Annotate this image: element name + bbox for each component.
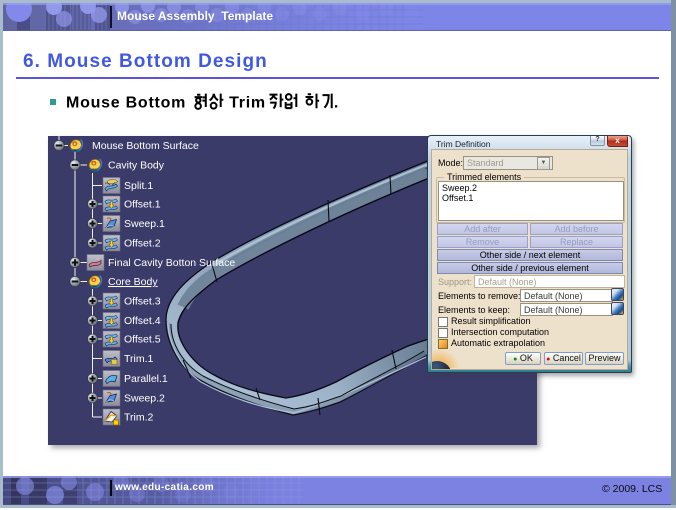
svg-text:Final Cavity Botton Surface: Final Cavity Botton Surface xyxy=(108,257,235,269)
svg-text:Offset.3: Offset.3 xyxy=(124,296,161,308)
svg-text:Cavity Body: Cavity Body xyxy=(108,160,165,172)
svg-text:Sweep.1: Sweep.1 xyxy=(124,218,165,230)
svg-text:Parallel.1: Parallel.1 xyxy=(124,373,168,385)
svg-text:Offset.4: Offset.4 xyxy=(124,315,161,327)
svg-text:Mouse Bottom Surface: Mouse Bottom Surface xyxy=(92,140,199,152)
svg-text:Offset.1: Offset.1 xyxy=(124,199,161,211)
svg-text:Offset.5: Offset.5 xyxy=(124,334,161,346)
svg-text:Trim.1: Trim.1 xyxy=(124,353,154,365)
svg-text:Split.1: Split.1 xyxy=(124,180,153,192)
svg-text:Trim.2: Trim.2 xyxy=(124,412,154,424)
svg-text:Sweep.2: Sweep.2 xyxy=(124,393,165,405)
svg-text:Core Body: Core Body xyxy=(108,276,158,288)
svg-text:Offset.2: Offset.2 xyxy=(124,238,161,250)
